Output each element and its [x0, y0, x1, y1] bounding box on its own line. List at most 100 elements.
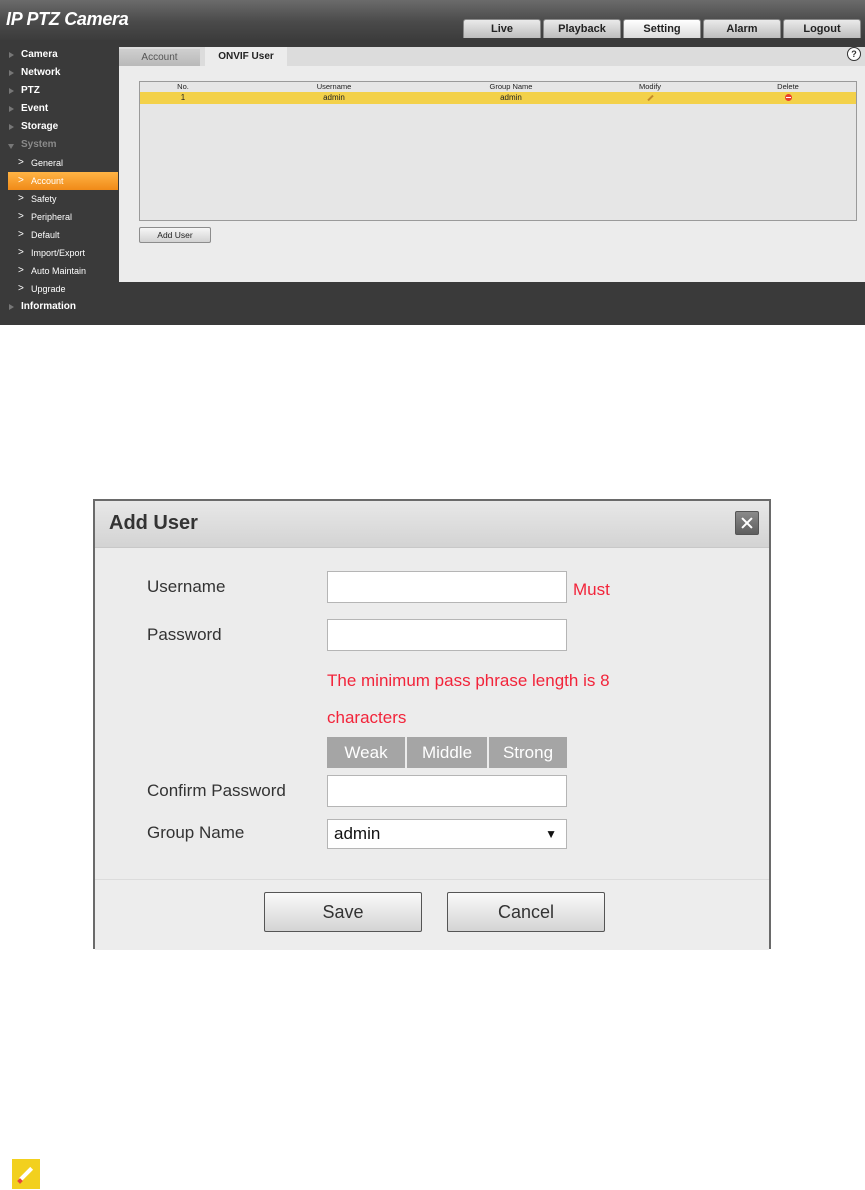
password-hint-line: The minimum pass phrase length is 8 [327, 671, 610, 690]
sidebar-item-network[interactable]: Network [0, 64, 118, 82]
table-row[interactable]: 1 admin admin [140, 92, 856, 104]
delete-icon[interactable] [784, 94, 792, 101]
sidebar-item-label: Account [31, 176, 64, 186]
sidebar-item-label: Information [21, 301, 76, 312]
header-group-name: Group Name [489, 82, 533, 91]
sidebar-subitem-general[interactable]: > General [0, 154, 118, 172]
sidebar-item-label: PTZ [21, 85, 40, 96]
password-label: Password [147, 625, 222, 644]
cell-no: 1 [180, 93, 186, 102]
add-user-button[interactable]: Add User [139, 227, 211, 243]
sidebar-subitem-safety[interactable]: > Safety [0, 190, 118, 208]
dialog-title: Add User [109, 512, 198, 534]
cell-group-name: admin [500, 93, 522, 102]
password-strength-meter: Weak Middle Strong [327, 737, 567, 768]
tab-onvif-user[interactable]: ONVIF User [205, 47, 287, 66]
password-hint: The minimum pass phrase length is 8 char… [327, 662, 667, 736]
close-icon[interactable] [735, 511, 759, 535]
required-marker: Must [573, 580, 610, 599]
camera-web-ui: IP PTZ Camera Live Playback Setting Alar… [0, 0, 865, 325]
top-nav: Live Playback Setting Alarm Logout [463, 19, 861, 38]
chevron-right-icon: > [18, 229, 24, 240]
username-input[interactable] [327, 571, 567, 603]
group-name-label: Group Name [147, 823, 245, 842]
triangle-right-icon [9, 106, 14, 112]
content-panel: Account ONVIF User ? No. Username Group … [119, 47, 865, 282]
chevron-right-icon: > [18, 247, 24, 258]
sidebar-subitem-import-export[interactable]: > Import/Export [0, 244, 118, 262]
chevron-right-icon: > [18, 283, 24, 294]
sidebar-subitem-peripheral[interactable]: > Peripheral [0, 208, 118, 226]
tab-logout[interactable]: Logout [783, 19, 861, 38]
sidebar-item-label: Auto Maintain [31, 266, 87, 276]
cell-username: admin [323, 93, 345, 102]
user-table: No. Username Group Name Modify Delete 1 … [139, 81, 857, 221]
sidebar-item-label: Camera [21, 49, 58, 60]
header-username: Username [316, 82, 352, 91]
app-title: IP PTZ Camera [6, 9, 129, 29]
triangle-right-icon [9, 124, 14, 130]
sidebar-item-label: Safety [31, 194, 57, 204]
sidebar-item-label: Import/Export [31, 248, 86, 258]
sidebar-subitem-default[interactable]: > Default [0, 226, 118, 244]
strength-weak: Weak [327, 737, 405, 768]
sidebar-item-event[interactable]: Event [0, 100, 118, 118]
chevron-right-icon: > [18, 265, 24, 276]
cell-delete [720, 92, 856, 104]
cancel-button[interactable]: Cancel [447, 892, 605, 932]
tab-alarm[interactable]: Alarm [703, 19, 781, 38]
tab-playback[interactable]: Playback [543, 19, 621, 38]
app-header: IP PTZ Camera Live Playback Setting Alar… [0, 0, 865, 40]
sidebar-subitem-account[interactable]: > Account [8, 172, 118, 190]
password-hint-line: characters [327, 708, 407, 727]
strength-middle: Middle [407, 737, 487, 768]
tab-setting[interactable]: Setting [623, 19, 701, 38]
triangle-right-icon [9, 88, 14, 94]
dialog-footer: Save Cancel [95, 879, 769, 950]
sidebar-item-storage[interactable]: Storage [0, 118, 118, 136]
sidebar-item-label: General [31, 158, 64, 168]
sidebar-subitem-upgrade[interactable]: > Upgrade [0, 280, 118, 298]
group-name-value: admin [334, 824, 381, 843]
triangle-down-icon [8, 144, 14, 149]
header-modify: Modify [638, 82, 662, 91]
help-icon[interactable]: ? [847, 47, 861, 61]
sidebar-item-information[interactable]: Information [0, 298, 118, 316]
tab-live[interactable]: Live [463, 19, 541, 38]
cell-modify [580, 92, 720, 104]
sidebar-item-label: Event [21, 103, 49, 114]
header-delete: Delete [777, 82, 799, 91]
password-input[interactable] [327, 619, 567, 651]
sidebar-item-label: Upgrade [31, 284, 66, 294]
table-header: No. Username Group Name Modify Delete [140, 82, 856, 92]
group-name-select[interactable]: admin ▼ [327, 819, 567, 849]
sidebar-item-label: Default [31, 230, 60, 240]
onvif-user-pane: No. Username Group Name Modify Delete 1 … [119, 66, 865, 282]
triangle-right-icon [9, 70, 14, 76]
triangle-right-icon [9, 52, 14, 58]
sidebar-item-system[interactable]: System [0, 136, 118, 154]
strength-strong: Strong [489, 737, 567, 768]
sidebar: Camera Network PTZ Event Storage System … [0, 46, 118, 316]
pencil-icon[interactable] [646, 94, 654, 102]
sidebar-item-label: Storage [21, 121, 59, 132]
sidebar-item-camera[interactable]: Camera [0, 46, 118, 64]
sidebar-subitem-auto-maintain[interactable]: > Auto Maintain [0, 262, 118, 280]
save-button[interactable]: Save [264, 892, 422, 932]
add-user-dialog: Add User Username Must Password The mini… [93, 499, 771, 950]
sidebar-item-label: Peripheral [31, 212, 73, 222]
sidebar-item-label: System [21, 139, 57, 150]
sidebar-item-label: Network [21, 67, 61, 78]
confirm-password-label: Confirm Password [147, 781, 286, 800]
chevron-right-icon: > [18, 157, 24, 168]
header-no: No. [177, 82, 189, 91]
confirm-password-input[interactable] [327, 775, 567, 807]
dialog-header: Add User [95, 501, 769, 548]
sidebar-item-ptz[interactable]: PTZ [0, 82, 118, 100]
tab-account[interactable]: Account [119, 49, 200, 66]
triangle-right-icon [9, 304, 14, 310]
chevron-down-icon: ▼ [545, 827, 557, 841]
chevron-right-icon: > [18, 175, 24, 186]
username-label: Username [147, 577, 226, 596]
chevron-right-icon: > [18, 211, 24, 222]
